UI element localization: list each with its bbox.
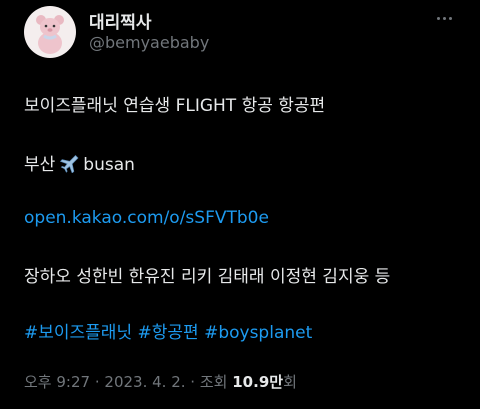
author-handle[interactable]: @bemyaebaby	[89, 33, 209, 52]
tweet-date[interactable]: 2023. 4. 2.	[104, 373, 185, 391]
tweet-text-line1: 보이즈플래닛 연습생 FLIGHT 항공 항공편	[24, 96, 326, 116]
views-label: 조회	[199, 373, 228, 391]
hashtags: #보이즈플래닛 #항공편 #boysplanet	[24, 318, 312, 343]
tweet-text-names: 장하오 성한빈 한유진 리키 김태래 이정현 김지웅 등	[24, 267, 391, 287]
views-suffix: 회	[283, 373, 297, 391]
views-count: 10.9만	[232, 373, 284, 391]
author-display-name[interactable]: 대리찍사	[89, 8, 152, 33]
hashtag-boysplanet-korean[interactable]: #보이즈플래닛	[24, 323, 132, 343]
hashtag-boysplanet[interactable]: #boysplanet	[204, 323, 312, 343]
airplane-icon	[57, 153, 79, 178]
more-dot	[448, 16, 452, 20]
tweet-text-line2: 부산 busan	[24, 150, 135, 178]
hashtag-flight[interactable]: #항공편	[138, 323, 199, 343]
avatar[interactable]	[24, 6, 76, 58]
tweet-link[interactable]: open.kakao.com/o/sSFVTb0e	[24, 208, 269, 228]
more-options-button[interactable]	[430, 8, 458, 28]
tweet-text-busan: busan	[83, 155, 135, 175]
tweet-text-busan-korean: 부산	[24, 155, 56, 175]
tweet-meta: 오후 9:27 · 2023. 4. 2. · 조회 10.9만회	[24, 371, 297, 392]
tweet-time[interactable]: 오후 9:27	[24, 373, 90, 391]
meta-separator: ·	[94, 373, 100, 391]
more-horizontal-icon	[436, 16, 440, 20]
teddy-bear-icon	[36, 15, 64, 54]
meta-separator: ·	[190, 373, 196, 391]
more-dot	[442, 16, 446, 20]
